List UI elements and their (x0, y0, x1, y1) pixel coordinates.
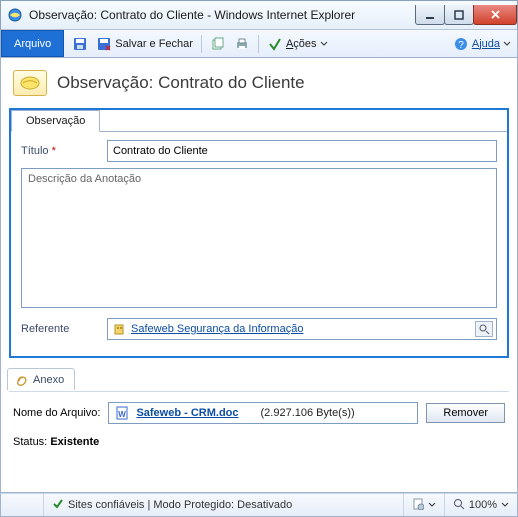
zoom-value: 100% (469, 499, 497, 511)
arquivo-label: Arquivo (14, 38, 51, 50)
toolbar-action-1[interactable] (210, 36, 226, 52)
referente-lookup[interactable]: Safeweb Segurança da Informação (107, 318, 497, 340)
save-button[interactable] (72, 36, 88, 52)
checkmark-icon (52, 498, 64, 513)
titulo-input[interactable] (107, 140, 497, 162)
paperclip-icon (14, 372, 30, 388)
zoom-icon (453, 498, 465, 513)
chevron-down-icon (501, 501, 509, 509)
window-titlebar: Observação: Contrato do Cliente - Window… (0, 0, 518, 30)
minimize-button[interactable] (415, 5, 445, 25)
word-doc-icon: W (114, 405, 130, 421)
save-icon (72, 36, 88, 52)
form-status: Status: Existente (9, 430, 509, 452)
file-field[interactable]: W Safeweb - CRM.doc (2.927.106 Byte(s)) (108, 402, 418, 424)
remover-button[interactable]: Remover (426, 403, 505, 423)
file-size: (2.927.106 Byte(s)) (261, 407, 355, 419)
titulo-label: Título * (21, 145, 99, 157)
svg-text:W: W (119, 410, 127, 419)
anexo-tab-label: Anexo (33, 374, 64, 386)
tab-observacao[interactable]: Observação (11, 110, 100, 132)
toolbar-separator (258, 35, 259, 53)
referente-value[interactable]: Safeweb Segurança da Informação (131, 323, 471, 335)
page-mode-button[interactable] (403, 494, 444, 516)
ajuda-label: Ajuda (472, 38, 500, 50)
anexo-section: Anexo (7, 368, 509, 391)
print-icon (234, 36, 250, 52)
tab-anexo[interactable]: Anexo (7, 368, 75, 390)
ie-icon (7, 7, 23, 23)
zoom-control[interactable]: 100% (444, 494, 517, 516)
help-icon: ? (453, 36, 469, 52)
page-title: Observação: Contrato do Cliente (57, 73, 305, 93)
svg-text:?: ? (458, 40, 464, 51)
window-title: Observação: Contrato do Cliente - Window… (29, 8, 416, 22)
arquivo-menu[interactable]: Arquivo (1, 30, 64, 57)
note-icon (13, 70, 47, 96)
content-area: Observação: Contrato do Cliente Observaç… (0, 58, 518, 493)
actions-icon (267, 36, 283, 52)
referente-label: Referente (21, 323, 99, 335)
org-icon (111, 321, 127, 337)
copy-icon (210, 36, 226, 52)
chevron-down-icon (503, 40, 511, 48)
chevron-down-icon (428, 501, 436, 509)
file-label: Nome do Arquivo: (13, 407, 100, 419)
acoes-label: Ações (286, 38, 317, 50)
zone-text: Sites confiáveis | Modo Protegido: Desat… (68, 499, 292, 511)
print-button[interactable] (234, 36, 250, 52)
toolbar: Arquivo Salvar e Fechar Ações ? Ajuda (0, 30, 518, 58)
page-icon (412, 498, 424, 513)
chevron-down-icon (320, 40, 328, 48)
save-close-label: Salvar e Fechar (115, 38, 193, 50)
close-button[interactable] (473, 5, 517, 25)
security-zone: Sites confiáveis | Modo Protegido: Desat… (43, 494, 300, 516)
file-name[interactable]: Safeweb - CRM.doc (136, 407, 238, 419)
descricao-textarea[interactable]: Descrição da Anotação (21, 168, 497, 308)
toolbar-separator (201, 35, 202, 53)
form-frame: Observação Título * Descrição da Anotaçã… (9, 108, 509, 358)
save-close-button[interactable]: Salvar e Fechar (96, 36, 193, 52)
browser-statusbar: Sites confiáveis | Modo Protegido: Desat… (0, 493, 518, 517)
ajuda-link[interactable]: ? Ajuda (453, 36, 511, 52)
save-close-icon (96, 36, 112, 52)
lookup-button[interactable] (475, 321, 493, 337)
maximize-button[interactable] (444, 5, 474, 25)
acoes-menu[interactable]: Ações (267, 36, 328, 52)
